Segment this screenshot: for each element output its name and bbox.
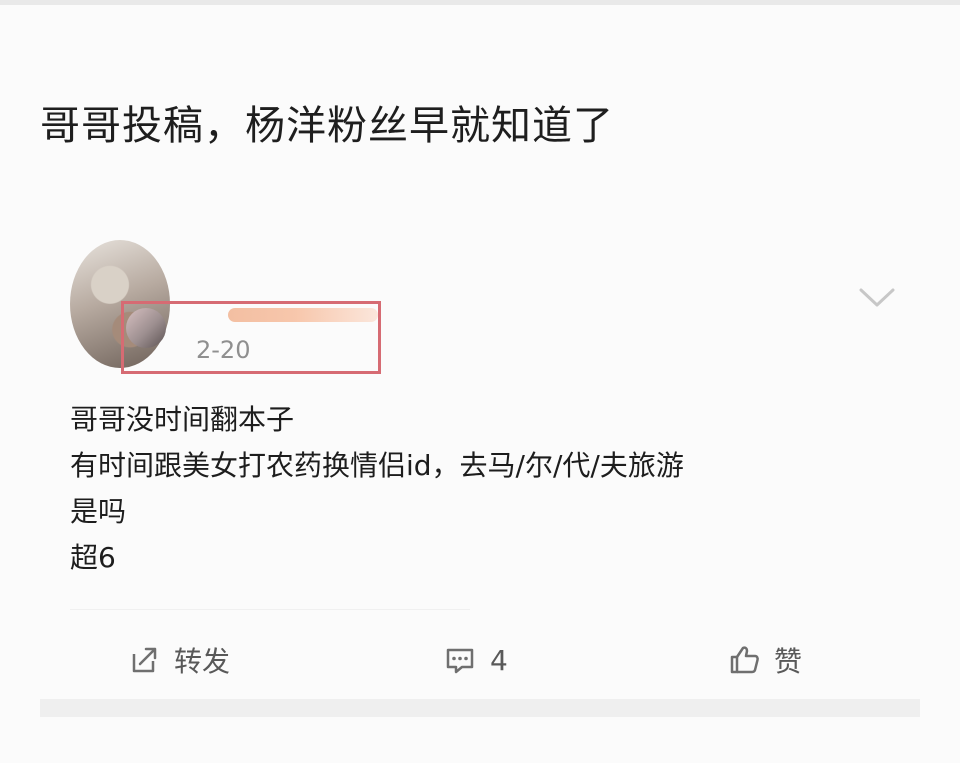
more-options-button[interactable] (858, 286, 896, 310)
post-headline: 哥哥投稿，杨洋粉丝早就知道了 (40, 103, 614, 149)
date-highlight-box (121, 301, 381, 374)
action-divider (70, 609, 470, 610)
comment-count: 4 (490, 643, 508, 677)
post-line-4: 超6 (70, 541, 116, 574)
like-label: 赞 (774, 645, 803, 678)
like-button[interactable]: 赞 (726, 632, 802, 688)
post-content: 哥哥没时间翻本子 有时间跟美女打农药换情侣id，去马/尔/代/夫旅游 是吗 超6 (70, 397, 910, 581)
top-rule (0, 0, 960, 5)
comment-icon (446, 648, 474, 674)
repost-button[interactable]: 转发 (126, 632, 230, 688)
post-date: 2-20 (196, 336, 251, 364)
post-line-3: 是吗 (70, 495, 127, 528)
thumb-up-icon (730, 646, 759, 674)
post-line-1: 哥哥没时间翻本子 (70, 403, 295, 436)
comment-button[interactable]: 4 (442, 632, 508, 688)
post-actions-bar: 转发 4 赞 (0, 632, 960, 688)
bottom-separator (40, 699, 920, 717)
page: { "headline": "哥哥投稿，杨洋粉丝早就知道了", "post": … (0, 0, 960, 763)
repost-label: 转发 (174, 645, 231, 678)
post-line-2: 有时间跟美女打农药换情侣id，去马/尔/代/夫旅游 (70, 449, 684, 482)
share-icon (132, 647, 157, 673)
chevron-down-icon (859, 288, 895, 307)
